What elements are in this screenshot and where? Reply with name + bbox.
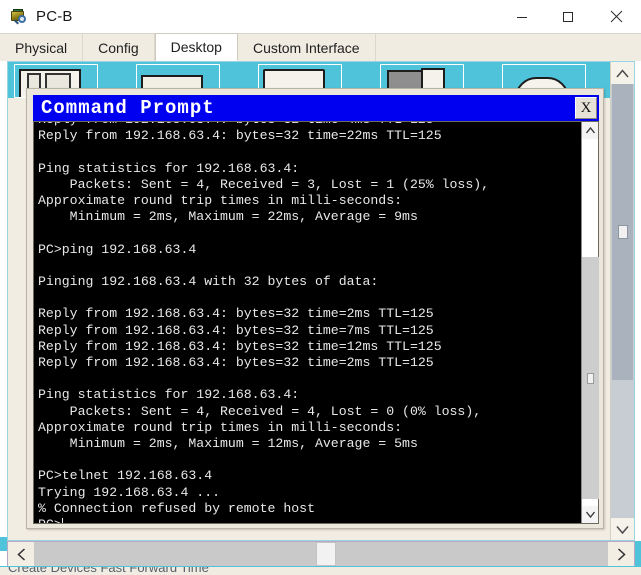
terminal-cursor <box>61 518 63 523</box>
command-prompt-title: Command Prompt <box>41 97 215 119</box>
panel-scroll-up-chevron-up-icon[interactable] <box>611 62 634 84</box>
command-prompt-body: Reply from 192.168.63.4: bytes=32 time=4… <box>33 121 599 524</box>
scroll-corner-right <box>635 541 641 567</box>
window-titlebar: PC-B <box>0 0 641 33</box>
tab-physical[interactable]: Physical <box>0 34 84 61</box>
terminal-scroll-track[interactable] <box>582 139 599 506</box>
horizontal-scroll-thumb[interactable] <box>316 542 336 566</box>
pc-b-window: PC-B Physical Config Desktop Custom Inte… <box>0 0 641 575</box>
panel-left-edge <box>0 61 7 541</box>
chevron-up-icon[interactable] <box>582 122 598 139</box>
command-prompt-titlebar[interactable]: Command Prompt X <box>33 95 599 121</box>
panel-scroll-track[interactable] <box>611 84 634 518</box>
terminal-output: Reply from 192.168.63.4: bytes=32 time=4… <box>38 122 581 523</box>
horizontal-scroll-track[interactable] <box>34 542 608 566</box>
footer-label: Create Devices Fast Forward Time <box>8 566 209 575</box>
command-prompt-window: Command Prompt X Reply from 192.168.63.4… <box>26 88 604 529</box>
chevron-down-icon[interactable] <box>582 506 598 523</box>
tab-config[interactable]: Config <box>83 34 155 61</box>
window-title-group: PC-B <box>0 8 73 26</box>
horizontal-scrollbar[interactable] <box>7 541 635 567</box>
pc-device-icon <box>10 8 28 26</box>
scroll-grip-icon <box>617 225 628 239</box>
tab-desktop[interactable]: Desktop <box>154 33 238 61</box>
terminal-output-area[interactable]: Reply from 192.168.63.4: bytes=32 time=4… <box>34 122 581 523</box>
tab-custom-interface[interactable]: Custom Interface <box>237 34 376 61</box>
chevron-right-icon[interactable] <box>608 542 634 566</box>
scroll-corner-left <box>0 537 7 551</box>
panel-scroll-down-chevron-down-icon[interactable] <box>611 518 634 540</box>
maximize-button[interactable] <box>545 0 591 33</box>
window-title: PC-B <box>36 8 73 25</box>
window-controls <box>499 0 641 33</box>
minimize-button[interactable] <box>499 0 545 33</box>
footer-clipped-text: Create Devices Fast Forward Time <box>0 566 641 575</box>
panel-scroll-thumb[interactable] <box>612 84 633 380</box>
scroll-grip-icon <box>587 372 594 384</box>
close-button[interactable] <box>591 0 641 33</box>
tab-bar: Physical Config Desktop Custom Interface <box>0 33 641 61</box>
desktop-panel: Command Prompt X Reply from 192.168.63.4… <box>7 61 635 541</box>
terminal-vertical-scrollbar[interactable] <box>581 122 599 523</box>
panel-vertical-scrollbar[interactable] <box>610 62 634 540</box>
chevron-left-icon[interactable] <box>8 542 34 566</box>
command-prompt-close-button[interactable]: X <box>575 97 597 119</box>
terminal-scroll-thumb[interactable] <box>582 257 599 499</box>
